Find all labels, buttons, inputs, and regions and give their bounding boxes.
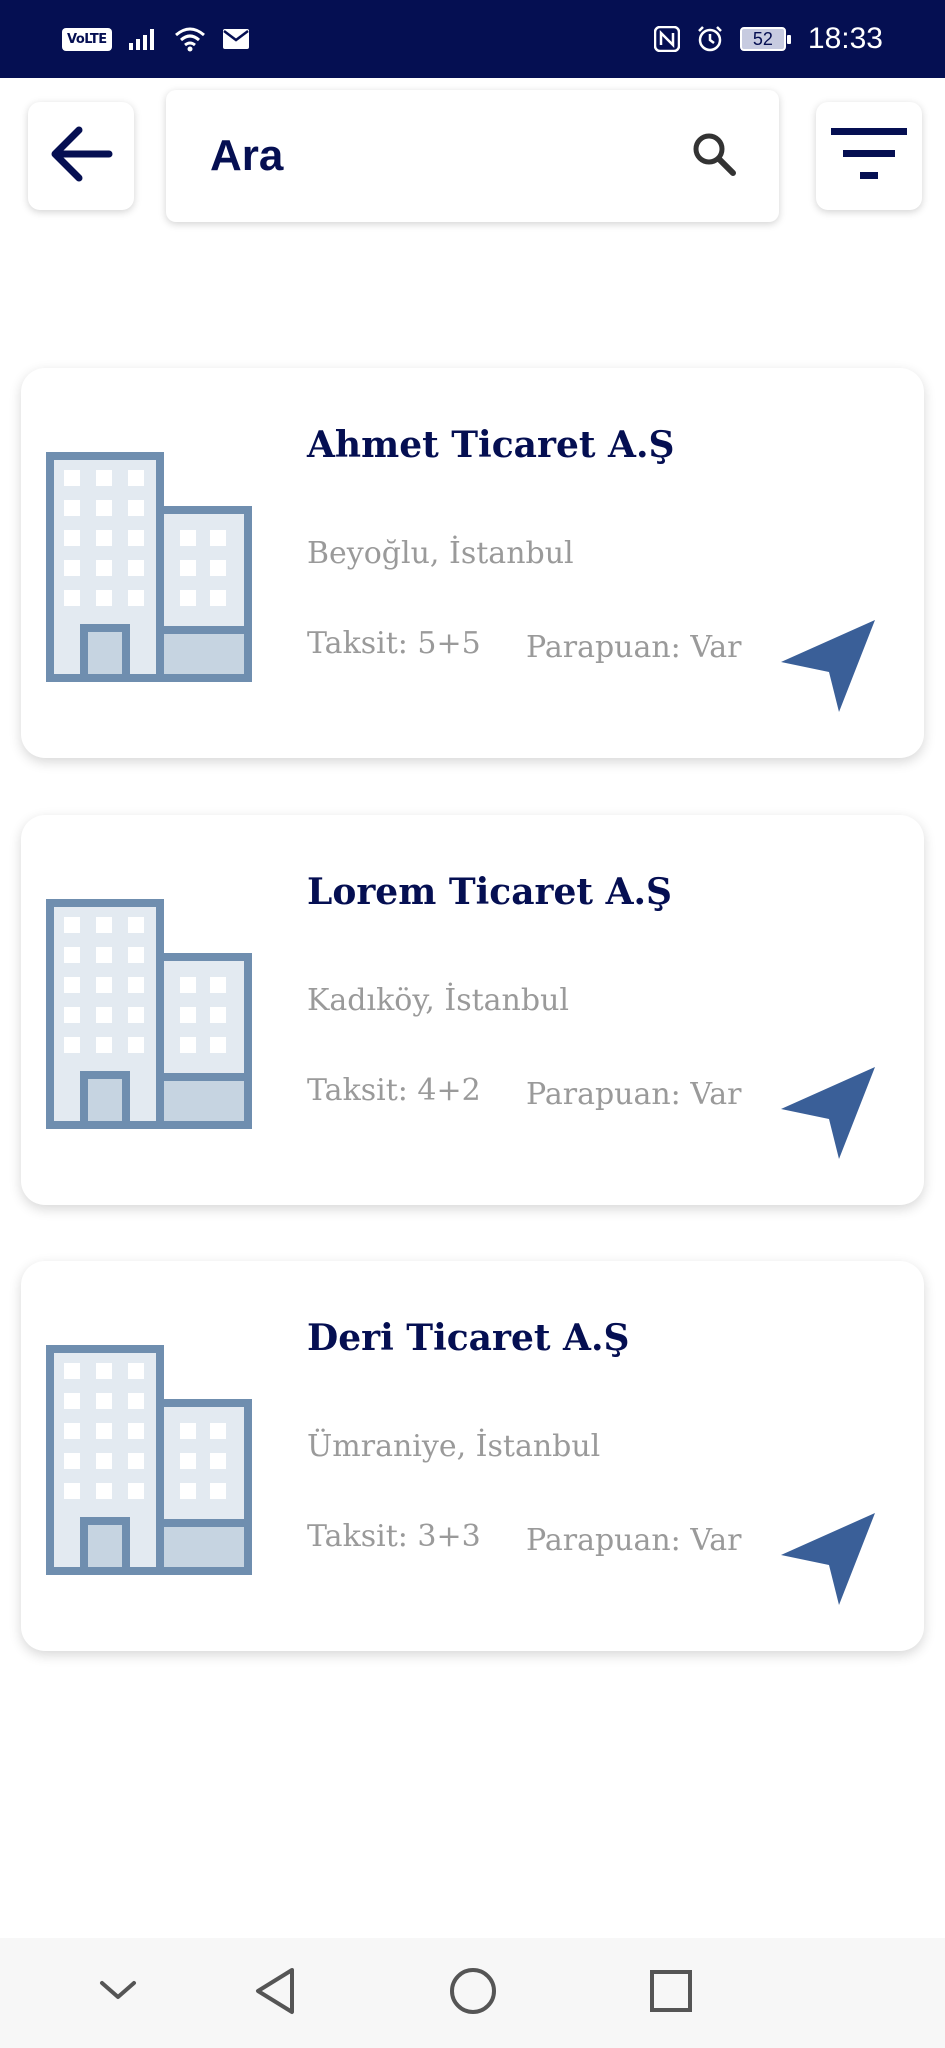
navigation-arrow-icon[interactable] xyxy=(777,1505,881,1614)
search-bar[interactable] xyxy=(166,90,779,222)
status-left: VoLTE xyxy=(62,26,250,52)
navigation-arrow-icon[interactable] xyxy=(777,612,881,721)
filter-icon xyxy=(829,122,909,191)
status-right: 52 18:33 xyxy=(653,22,883,56)
navigation-arrow-icon[interactable] xyxy=(777,1059,881,1168)
recents-square-icon xyxy=(648,1968,694,2019)
installment-info: Taksit: 4+2 xyxy=(307,1073,481,1108)
company-location: Beyoğlu, İstanbul xyxy=(307,536,574,571)
top-bar xyxy=(0,78,945,238)
company-card[interactable]: Lorem Ticaret A.Ş Kadıköy, İstanbul Taks… xyxy=(21,815,924,1205)
building-icon xyxy=(46,899,252,1134)
search-input[interactable] xyxy=(210,131,650,181)
filter-button[interactable] xyxy=(816,102,922,210)
mail-icon xyxy=(222,28,250,50)
home-circle-icon xyxy=(448,1966,498,2021)
parapuan-info: Parapuan: Var xyxy=(526,1077,742,1112)
signal-icon xyxy=(128,27,158,51)
company-card[interactable]: Ahmet Ticaret A.Ş Beyoğlu, İstanbul Taks… xyxy=(21,368,924,758)
clock: 18:33 xyxy=(807,22,883,55)
building-icon xyxy=(46,1345,252,1580)
parapuan-info: Parapuan: Var xyxy=(526,1523,742,1558)
alarm-icon xyxy=(696,25,724,53)
installment-info: Taksit: 5+5 xyxy=(307,626,481,661)
nav-home-button[interactable] xyxy=(438,1938,508,2048)
hide-nav-button[interactable] xyxy=(88,1938,148,2048)
company-location: Kadıköy, İstanbul xyxy=(307,983,570,1018)
chevron-down-icon xyxy=(98,1979,138,2008)
parapuan-info: Parapuan: Var xyxy=(526,630,742,665)
building-icon xyxy=(46,452,252,687)
back-button[interactable] xyxy=(28,102,134,210)
company-card[interactable]: Deri Ticaret A.Ş Ümraniye, İstanbul Taks… xyxy=(21,1261,924,1651)
installment-info: Taksit: 3+3 xyxy=(307,1519,481,1554)
volte-badge: VoLTE xyxy=(62,27,112,51)
company-name: Lorem Ticaret A.Ş xyxy=(307,871,673,913)
status-bar: VoLTE 52 18:33 xyxy=(0,0,945,78)
company-name: Deri Ticaret A.Ş xyxy=(307,1317,630,1359)
company-name: Ahmet Ticaret A.Ş xyxy=(307,424,675,466)
nfc-icon xyxy=(653,26,680,52)
wifi-icon xyxy=(174,26,206,52)
back-triangle-icon xyxy=(252,1966,298,2021)
arrow-left-icon xyxy=(45,118,117,195)
search-icon[interactable] xyxy=(689,129,739,184)
system-navigation-bar xyxy=(0,1938,945,2048)
nav-recents-button[interactable] xyxy=(636,1938,706,2048)
battery-icon: 52 xyxy=(739,27,791,51)
company-location: Ümraniye, İstanbul xyxy=(307,1429,601,1464)
nav-back-button[interactable] xyxy=(240,1938,310,2048)
